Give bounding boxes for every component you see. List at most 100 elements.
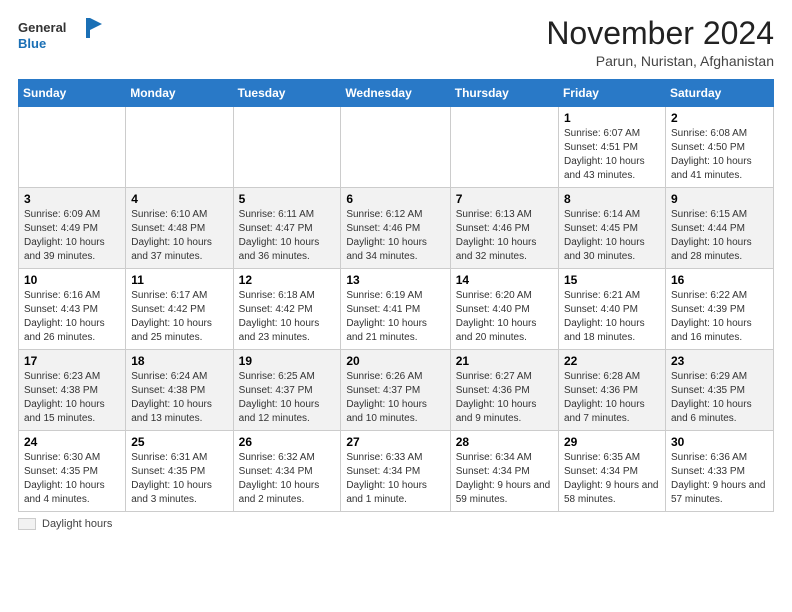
calendar-cell: 27 Sunrise: 6:33 AMSunset: 4:34 PMDayligh… [341, 431, 450, 512]
calendar-cell [19, 107, 126, 188]
day-number: 13 [346, 273, 444, 287]
calendar-cell: 23 Sunrise: 6:29 AMSunset: 4:35 PMDayligh… [665, 350, 773, 431]
day-number: 15 [564, 273, 660, 287]
day-number: 4 [131, 192, 227, 206]
day-detail: Sunrise: 6:34 AMSunset: 4:34 PMDaylight:… [456, 451, 553, 507]
logo-area: General Blue [18, 16, 103, 63]
calendar-cell: 10Sunrise: 6:16 AMSunset: 4:43 PMDayligh… [19, 269, 126, 350]
calendar-cell: 19Sunrise: 6:25 AMSunset: 4:37 PMDayligh… [233, 350, 341, 431]
day-detail: Sunrise: 6:17 AMSunset: 4:42 PMDaylight:… [131, 289, 227, 345]
day-detail: Sunrise: 6:35 AMSunset: 4:34 PMDaylight:… [564, 451, 660, 507]
day-detail: Sunrise: 6:26 AMSunset: 4:37 PMDaylight:… [346, 370, 444, 426]
calendar-week-1: 1Sunrise: 6:07 AMSunset: 4:51 PMDaylight… [19, 107, 774, 188]
calendar-cell: 8 Sunrise: 6:14 AMSunset: 4:45 PMDaylight… [558, 188, 665, 269]
day-detail: Sunrise: 6:30 AMSunset: 4:35 PMDaylight:… [24, 451, 120, 507]
day-number: 10 [24, 273, 120, 287]
day-number: 28 [456, 435, 553, 449]
day-detail: Sunrise: 6:13 AMSunset: 4:46 PMDaylight:… [456, 208, 553, 264]
logo-svg: General Blue [18, 16, 103, 58]
calendar-cell: 22 Sunrise: 6:28 AMSunset: 4:36 PMDayligh… [558, 350, 665, 431]
day-detail: Sunrise: 6:31 AMSunset: 4:35 PMDaylight:… [131, 451, 227, 507]
day-number: 22 [564, 354, 660, 368]
day-number: 26 [239, 435, 336, 449]
day-number: 18 [131, 354, 227, 368]
day-detail: Sunrise: 6:36 AMSunset: 4:33 PMDaylight:… [671, 451, 768, 507]
title-area: November 2024 Parun, Nuristan, Afghanist… [546, 16, 774, 69]
col-wednesday: Wednesday [341, 80, 450, 107]
col-saturday: Saturday [665, 80, 773, 107]
day-detail: Sunrise: 6:29 AMSunset: 4:35 PMDaylight:… [671, 370, 768, 426]
day-detail: Sunrise: 6:27 AMSunset: 4:36 PMDaylight:… [456, 370, 553, 426]
calendar-cell [450, 107, 558, 188]
day-number: 19 [239, 354, 336, 368]
calendar-cell: 13 Sunrise: 6:19 AMSunset: 4:41 PMDayligh… [341, 269, 450, 350]
day-detail: Sunrise: 6:23 AMSunset: 4:38 PMDaylight:… [24, 370, 120, 426]
day-number: 23 [671, 354, 768, 368]
calendar-cell: 16Sunrise: 6:22 AMSunset: 4:39 PMDayligh… [665, 269, 773, 350]
day-number: 14 [456, 273, 553, 287]
day-number: 9 [671, 192, 768, 206]
logo: General Blue [18, 16, 103, 63]
calendar-cell: 7Sunrise: 6:13 AMSunset: 4:46 PMDaylight… [450, 188, 558, 269]
calendar-cell: 20 Sunrise: 6:26 AMSunset: 4:37 PMDayligh… [341, 350, 450, 431]
day-detail: Sunrise: 6:09 AMSunset: 4:49 PMDaylight:… [24, 208, 120, 264]
day-number: 2 [671, 111, 768, 125]
calendar-cell: 29 Sunrise: 6:35 AMSunset: 4:34 PMDayligh… [558, 431, 665, 512]
day-number: 27 [346, 435, 444, 449]
day-number: 30 [671, 435, 768, 449]
day-detail: Sunrise: 6:07 AMSunset: 4:51 PMDaylight:… [564, 127, 660, 183]
calendar-table: Sunday Monday Tuesday Wednesday Thursday… [18, 79, 774, 512]
day-detail: Sunrise: 6:12 AMSunset: 4:46 PMDaylight:… [346, 208, 444, 264]
col-tuesday: Tuesday [233, 80, 341, 107]
calendar-cell: 28 Sunrise: 6:34 AMSunset: 4:34 PMDayligh… [450, 431, 558, 512]
calendar-cell: 24 Sunrise: 6:30 AMSunset: 4:35 PMDayligh… [19, 431, 126, 512]
day-number: 12 [239, 273, 336, 287]
daylight-label: Daylight hours [42, 518, 112, 530]
day-number: 20 [346, 354, 444, 368]
footer-note: Daylight hours [18, 518, 774, 530]
day-number: 5 [239, 192, 336, 206]
day-detail: Sunrise: 6:15 AMSunset: 4:44 PMDaylight:… [671, 208, 768, 264]
calendar-cell: 1Sunrise: 6:07 AMSunset: 4:51 PMDaylight… [558, 107, 665, 188]
day-number: 8 [564, 192, 660, 206]
calendar-cell: 18Sunrise: 6:24 AMSunset: 4:38 PMDayligh… [126, 350, 233, 431]
calendar-week-2: 3 Sunrise: 6:09 AMSunset: 4:49 PMDaylight… [19, 188, 774, 269]
calendar-cell: 21 Sunrise: 6:27 AMSunset: 4:36 PMDayligh… [450, 350, 558, 431]
day-number: 6 [346, 192, 444, 206]
day-detail: Sunrise: 6:10 AMSunset: 4:48 PMDaylight:… [131, 208, 227, 264]
calendar-cell: 11 Sunrise: 6:17 AMSunset: 4:42 PMDayligh… [126, 269, 233, 350]
day-number: 21 [456, 354, 553, 368]
day-detail: Sunrise: 6:33 AMSunset: 4:34 PMDaylight:… [346, 451, 444, 507]
calendar-week-4: 17 Sunrise: 6:23 AMSunset: 4:38 PMDayligh… [19, 350, 774, 431]
calendar-cell: 30 Sunrise: 6:36 AMSunset: 4:33 PMDayligh… [665, 431, 773, 512]
calendar-cell: 3 Sunrise: 6:09 AMSunset: 4:49 PMDaylight… [19, 188, 126, 269]
day-detail: Sunrise: 6:08 AMSunset: 4:50 PMDaylight:… [671, 127, 768, 183]
day-number: 17 [24, 354, 120, 368]
header-row: Sunday Monday Tuesday Wednesday Thursday… [19, 80, 774, 107]
col-thursday: Thursday [450, 80, 558, 107]
day-number: 11 [131, 273, 227, 287]
calendar-cell: 6 Sunrise: 6:12 AMSunset: 4:46 PMDaylight… [341, 188, 450, 269]
calendar-cell: 15 Sunrise: 6:21 AMSunset: 4:40 PMDayligh… [558, 269, 665, 350]
svg-text:General: General [18, 20, 66, 35]
day-detail: Sunrise: 6:19 AMSunset: 4:41 PMDaylight:… [346, 289, 444, 345]
day-number: 16 [671, 273, 768, 287]
calendar-cell: 25 Sunrise: 6:31 AMSunset: 4:35 PMDayligh… [126, 431, 233, 512]
calendar-cell: 9 Sunrise: 6:15 AMSunset: 4:44 PMDaylight… [665, 188, 773, 269]
calendar-cell: 2 Sunrise: 6:08 AMSunset: 4:50 PMDaylight… [665, 107, 773, 188]
calendar-cell: 26Sunrise: 6:32 AMSunset: 4:34 PMDayligh… [233, 431, 341, 512]
day-detail: Sunrise: 6:20 AMSunset: 4:40 PMDaylight:… [456, 289, 553, 345]
day-number: 29 [564, 435, 660, 449]
day-number: 24 [24, 435, 120, 449]
day-number: 25 [131, 435, 227, 449]
calendar-cell: 4 Sunrise: 6:10 AMSunset: 4:48 PMDaylight… [126, 188, 233, 269]
day-detail: Sunrise: 6:21 AMSunset: 4:40 PMDaylight:… [564, 289, 660, 345]
svg-text:Blue: Blue [18, 36, 46, 51]
calendar-cell [233, 107, 341, 188]
day-detail: Sunrise: 6:28 AMSunset: 4:36 PMDaylight:… [564, 370, 660, 426]
day-number: 3 [24, 192, 120, 206]
day-detail: Sunrise: 6:11 AMSunset: 4:47 PMDaylight:… [239, 208, 336, 264]
page: General Blue November 2024 Parun, Nurist… [0, 0, 792, 612]
month-title: November 2024 [546, 16, 774, 51]
day-detail: Sunrise: 6:14 AMSunset: 4:45 PMDaylight:… [564, 208, 660, 264]
